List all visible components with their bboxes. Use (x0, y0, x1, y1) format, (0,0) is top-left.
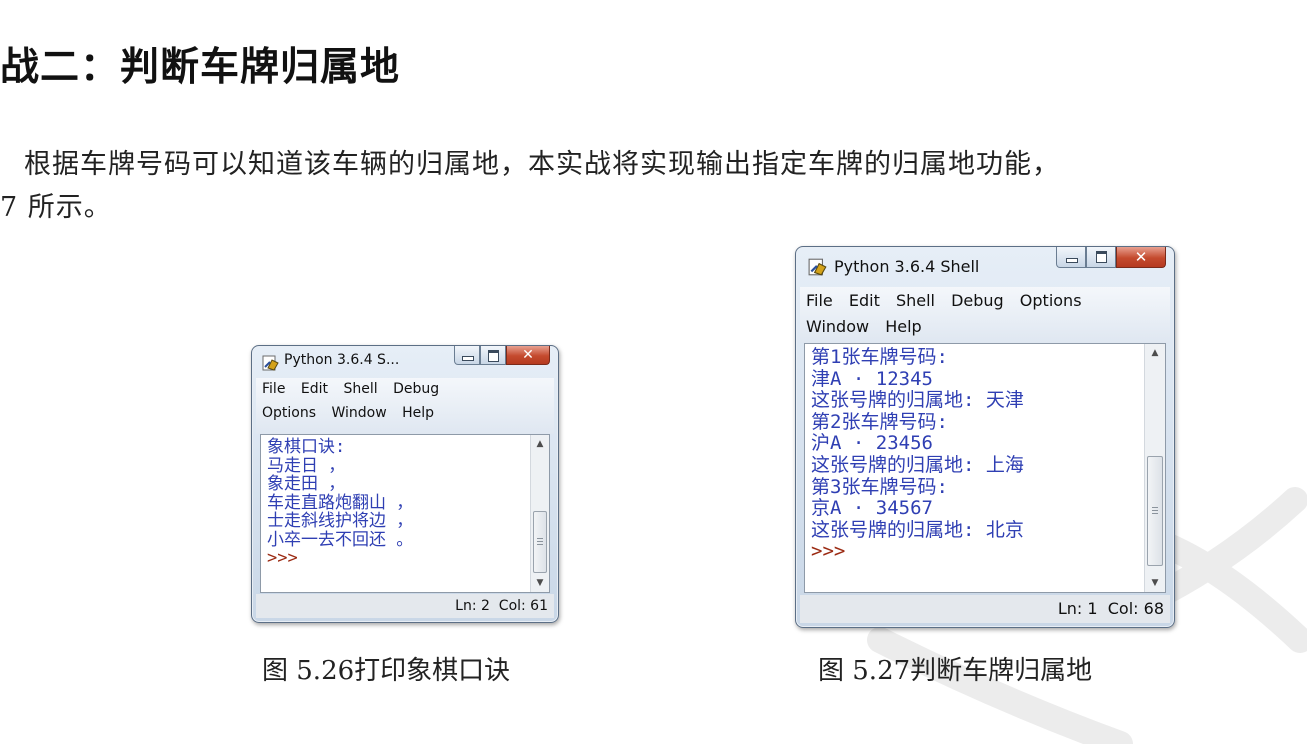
menu-edit[interactable]: Edit (301, 381, 328, 397)
menu-options[interactable]: Options (262, 405, 316, 421)
maximize-icon (1096, 251, 1107, 264)
python-idle-icon (808, 258, 827, 276)
grip-icon (537, 538, 543, 546)
output-line: 这张号牌的归属地: 天津 (811, 389, 1024, 412)
python-shell-window-plates: Python 3.6.4 Shell ✕ File Edit Shell Deb… (795, 246, 1175, 628)
scrollbar-thumb[interactable] (533, 511, 547, 573)
figure-caption-5-26: 图 5.26打印象棋口诀 (262, 650, 510, 687)
output-line: 士走斜线护将边 ， (267, 511, 414, 531)
status-bar: Ln: 2 Col: 61 (256, 594, 554, 618)
python-idle-icon (262, 355, 279, 371)
menu-file[interactable]: File (262, 381, 285, 397)
minimize-icon (462, 355, 474, 361)
grip-icon (1152, 507, 1158, 515)
menu-bar: File Edit Shell Debug Options Window Hel… (800, 287, 1170, 343)
figure-number: 图 5.27 (818, 656, 911, 686)
close-button[interactable]: ✕ (1116, 247, 1166, 268)
figure-number: 图 5.26 (262, 656, 355, 686)
window-controls: ✕ (1056, 247, 1166, 268)
maximize-icon (488, 349, 499, 362)
output-line: 津A · 12345 (811, 367, 933, 390)
window-title: Python 3.6.4 Shell (834, 257, 980, 276)
paragraph-line-2: 7 所示。 (0, 192, 112, 223)
menu-help[interactable]: Help (885, 317, 921, 336)
menu-shell[interactable]: Shell (896, 291, 935, 310)
minimize-button[interactable] (454, 346, 480, 365)
shell-prompt[interactable]: >>> (811, 540, 845, 563)
minimize-icon (1066, 258, 1078, 263)
output-line: 这张号牌的归属地: 北京 (811, 518, 1024, 541)
scrollbar-thumb[interactable] (1147, 456, 1163, 566)
window-controls: ✕ (454, 346, 550, 365)
shell-output-area[interactable]: 第1张车牌号码: 津A · 12345 这张号牌的归属地: 天津 第2张车牌号码… (804, 343, 1166, 593)
window-title: Python 3.6.4 S... (284, 352, 400, 368)
cursor-position: Ln: 2 Col: 61 (455, 598, 548, 614)
output-line: 马走日 ， (267, 455, 346, 476)
vertical-scrollbar[interactable]: ▲ ▼ (530, 435, 549, 592)
output-line: 第1张车牌号码: (811, 346, 948, 368)
menu-bar: File Edit Shell Debug Options Window Hel… (256, 378, 554, 434)
vertical-scrollbar[interactable]: ▲ ▼ (1144, 344, 1165, 592)
output-line: 象棋口诀: (267, 437, 346, 457)
output-line: 象走田 ， (267, 474, 346, 494)
close-button[interactable]: ✕ (506, 346, 550, 365)
menu-debug[interactable]: Debug (393, 381, 439, 397)
menu-edit[interactable]: Edit (849, 291, 880, 310)
scroll-up-arrow-icon[interactable]: ▲ (1145, 346, 1165, 360)
cursor-position: Ln: 1 Col: 68 (1057, 599, 1164, 618)
shell-output-text: 第1张车牌号码: 津A · 12345 这张号牌的归属地: 天津 第2张车牌号码… (811, 346, 1024, 563)
menu-shell[interactable]: Shell (343, 381, 377, 397)
menu-help[interactable]: Help (402, 405, 434, 421)
output-line: 这张号牌的归属地: 上海 (811, 453, 1024, 476)
shell-output-area[interactable]: 象棋口诀: 马走日 ， 象走田 ， 车走直路炮翻山 ， 士走斜线护将边 ， 小卒… (260, 434, 550, 593)
shell-output-text: 象棋口诀: 马走日 ， 象走田 ， 车走直路炮翻山 ， 士走斜线护将边 ， 小卒… (267, 438, 413, 568)
scroll-up-arrow-icon[interactable]: ▲ (531, 437, 549, 451)
output-line: 第2张车牌号码: (811, 410, 948, 433)
menu-window[interactable]: Window (806, 317, 869, 336)
shell-prompt[interactable]: >>> (267, 548, 298, 568)
close-icon: ✕ (1134, 248, 1148, 266)
figure-title: 判断车牌归属地 (910, 656, 1093, 686)
output-line: 京A · 34567 (811, 497, 933, 520)
menu-file[interactable]: File (806, 291, 833, 310)
python-shell-window-chess: Python 3.6.4 S... ✕ File Edit Shell Debu… (251, 345, 559, 623)
output-line: 车走直路炮翻山 ， (267, 492, 414, 513)
section-heading: 战二：判断车牌归属地 (0, 45, 401, 90)
scroll-down-arrow-icon[interactable]: ▼ (1145, 576, 1165, 590)
figure-title: 打印象棋口诀 (354, 656, 511, 686)
menu-debug[interactable]: Debug (951, 291, 1004, 310)
scroll-down-arrow-icon[interactable]: ▼ (531, 576, 549, 590)
maximize-button[interactable] (1086, 247, 1116, 268)
output-line: 小卒一去不回还 。 (267, 529, 414, 550)
menu-options[interactable]: Options (1020, 291, 1082, 310)
paragraph-line-1: 根据车牌号码可以知道该车辆的归属地，本实战将实现输出指定车牌的归属地功能， (24, 149, 1060, 180)
menu-window[interactable]: Window (331, 405, 386, 421)
title-bar[interactable]: Python 3.6.4 S... ✕ (252, 346, 558, 378)
output-line: 第3张车牌号码: (811, 475, 948, 498)
maximize-button[interactable] (480, 346, 506, 365)
status-bar: Ln: 1 Col: 68 (800, 595, 1170, 623)
minimize-button[interactable] (1056, 247, 1086, 268)
title-bar[interactable]: Python 3.6.4 Shell ✕ (796, 247, 1174, 287)
figure-caption-5-27: 图 5.27判断车牌归属地 (818, 650, 1092, 687)
output-line: 沪A · 23456 (811, 432, 933, 455)
close-icon: ✕ (522, 347, 534, 363)
